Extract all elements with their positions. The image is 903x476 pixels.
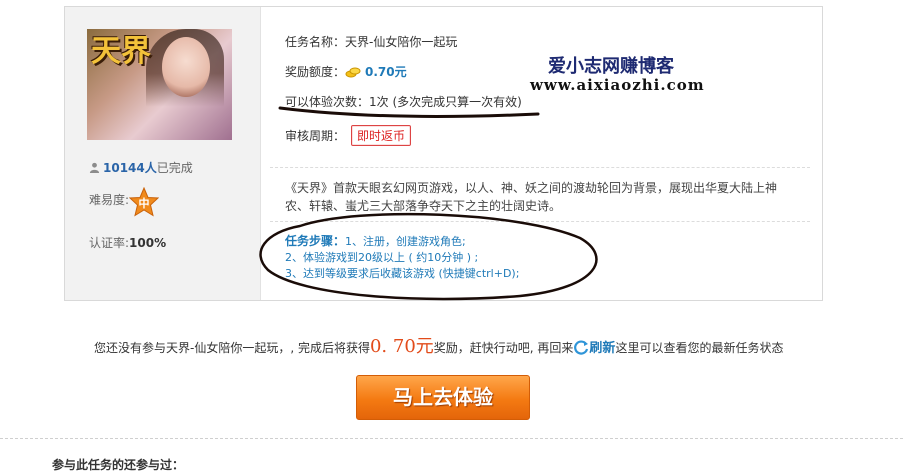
review-row: 审核周期： 即时返币 [285, 125, 412, 146]
task-notice: 您还没有参与天界-仙女陪你一起玩，, 完成后将获得0. 70元奖励，赶快行动吧,… [94, 332, 783, 358]
step-2: 2、体验游戏到20级以上 ( 约10分钟 ) ; [285, 251, 479, 264]
info-divider [270, 167, 810, 168]
watermark-url: www.aixiaozhi.com [530, 76, 705, 94]
reward-row: 奖励额度： 0.70元 [285, 63, 407, 80]
review-label: 审核周期： [285, 129, 346, 143]
refresh-link[interactable]: 刷新 [589, 341, 615, 356]
reward-label: 奖励额度： [285, 65, 346, 79]
difficulty-value: 中 [138, 197, 150, 210]
step-1: 1、注册，创建游戏角色; [345, 235, 466, 248]
also-participated-heading: 参与此任务的还参与过： [52, 458, 185, 472]
task-card: 天界 10144人已完成 难易度: 中 认证率:100% 任务名称：天界-仙女陪… [64, 6, 823, 301]
task-name-value: 天界-仙女陪你一起玩 [345, 35, 458, 49]
times-value: 1次 (多次完成只算一次有效) [369, 95, 522, 109]
task-name-label: 任务名称： [285, 35, 346, 49]
desc-divider [270, 221, 810, 222]
completed-suffix: 已完成 [156, 161, 193, 175]
review-badge: 即时返币 [351, 125, 412, 146]
notice-amount: 0. 70元 [369, 336, 434, 357]
refresh-icon[interactable] [573, 339, 589, 355]
difficulty-label: 难易度: [89, 193, 130, 207]
steps-title: 任务步骤： [285, 234, 346, 248]
notice-part1: 您还没有参与天界-仙女陪你一起玩，, 完成后将获得 [94, 341, 370, 355]
game-logo: 天界 [91, 34, 151, 69]
times-row: 可以体验次数：1次 (多次完成只算一次有效) [285, 93, 522, 110]
section-divider [0, 438, 903, 439]
completed-count: 10144人已完成 [89, 159, 193, 176]
cert-value: 100% [129, 236, 167, 250]
person-icon [89, 162, 100, 173]
watermark-title: 爱小志网赚博客 [548, 56, 674, 77]
difficulty-star-icon: 中 [128, 186, 160, 217]
step-3: 3、达到等级要求后收藏该游戏 (快捷键ctrl+D); [285, 267, 520, 280]
cert-label: 认证率: [89, 236, 130, 250]
completed-number: 10144人 [103, 161, 157, 175]
task-sidebar: 天界 10144人已完成 难易度: 中 认证率:100% [65, 7, 261, 300]
game-cover-image[interactable]: 天界 [87, 29, 232, 140]
times-label: 可以体验次数： [285, 95, 370, 109]
certification-rate: 认证率:100% [89, 234, 166, 251]
cover-art-face [162, 37, 210, 97]
task-name-row: 任务名称：天界-仙女陪你一起玩 [285, 33, 457, 50]
notice-part3: 这里可以查看您的最新任务状态 [615, 341, 784, 355]
task-steps: 任务步骤：1、注册，创建游戏角色; 2、体验游戏到20级以上 ( 约10分钟 )… [285, 233, 519, 282]
reward-value: 0.70元 [365, 65, 407, 79]
coins-icon [345, 67, 361, 78]
task-description: 《天界》首款天眼玄幻网页游戏，以人、神、妖之间的渡劫轮回为背景，展现出华夏大陆上… [285, 181, 778, 213]
notice-part2: 奖励，赶快行动吧, 再回来 [433, 341, 574, 355]
start-task-button[interactable]: 马上去体验 [356, 375, 530, 420]
